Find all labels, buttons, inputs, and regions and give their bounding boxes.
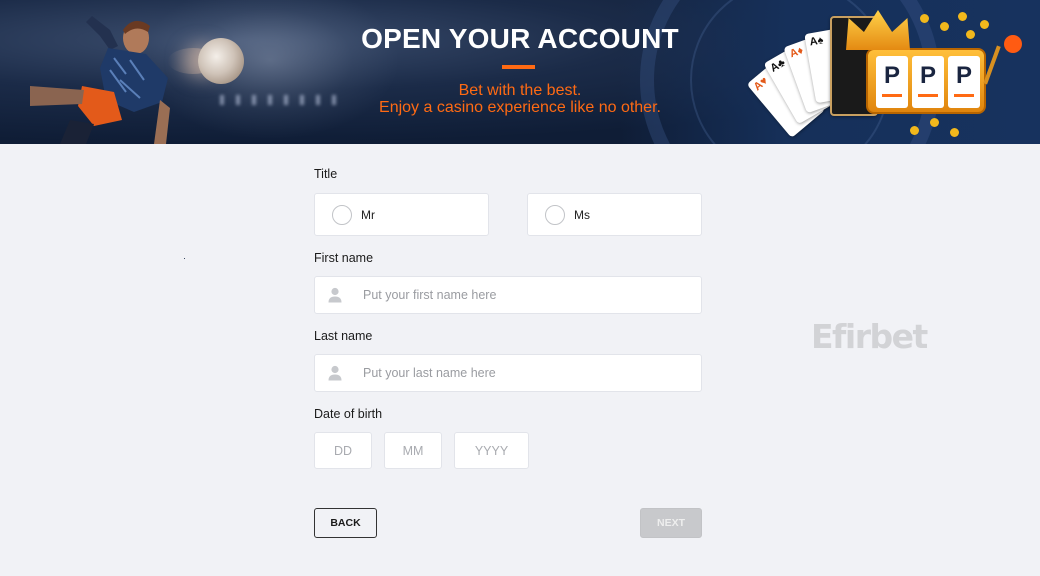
coin-icon xyxy=(980,20,989,29)
card-rank: A xyxy=(788,46,800,61)
slot-reel: P xyxy=(876,56,908,108)
title-option-mr-label: Mr xyxy=(361,208,375,222)
reel-bar xyxy=(918,94,938,97)
dob-year-field[interactable] xyxy=(454,432,529,469)
slot-machine: P P P xyxy=(866,48,986,114)
coin-icon xyxy=(950,128,959,137)
banner-title: OPEN YOUR ACCOUNT xyxy=(361,23,679,54)
title-label: Title xyxy=(314,167,338,181)
stadium-lights xyxy=(220,95,340,105)
dob-month-input[interactable] xyxy=(385,433,441,468)
reel-symbol: P xyxy=(955,62,972,89)
title-option-ms[interactable]: Ms xyxy=(527,193,702,236)
hero-banner: OPEN YOUR ACCOUNT Bet with the best. Enj… xyxy=(0,0,1040,144)
slot-reel: P xyxy=(948,56,980,108)
coin-icon xyxy=(920,14,929,23)
slot-reel: P xyxy=(912,56,944,108)
first-name-input[interactable] xyxy=(363,277,693,313)
stray-dot xyxy=(184,258,185,259)
efirbet-watermark: Efirbet xyxy=(811,317,928,356)
banner-text-block: OPEN YOUR ACCOUNT Bet with the best. Enj… xyxy=(340,0,700,144)
date-of-birth-label: Date of birth xyxy=(314,407,383,421)
user-icon xyxy=(328,287,342,303)
first-name-label: First name xyxy=(314,251,374,265)
radio-button-ms[interactable] xyxy=(545,205,565,225)
title-option-mr[interactable]: Mr xyxy=(314,193,489,236)
banner-divider xyxy=(502,65,535,69)
banner-subtitle: Bet with the best. Enjoy a casino experi… xyxy=(340,82,700,116)
reel-symbol: P xyxy=(883,62,900,89)
title-option-ms-label: Ms xyxy=(574,208,590,222)
reel-symbol: P xyxy=(919,62,936,89)
last-name-label: Last name xyxy=(314,329,373,343)
coin-icon xyxy=(930,118,939,127)
card-rank: A xyxy=(808,35,819,49)
slot-lever-knob xyxy=(1004,35,1022,53)
banner-subtitle-line-1: Bet with the best. xyxy=(458,82,582,99)
dob-month-field[interactable] xyxy=(384,432,442,469)
reel-bar xyxy=(882,94,902,97)
next-button[interactable]: NEXT xyxy=(640,508,702,538)
banner-subtitle-line-2: Enjoy a casino experience like no other. xyxy=(379,99,661,116)
coin-icon xyxy=(940,22,949,31)
football-player-image xyxy=(30,16,170,144)
last-name-field[interactable] xyxy=(314,354,702,392)
user-icon xyxy=(328,365,342,381)
coin-icon xyxy=(966,30,975,39)
coin-icon xyxy=(910,126,919,135)
last-name-input[interactable] xyxy=(363,355,693,391)
card-rank: A xyxy=(768,60,782,75)
card-rank: A xyxy=(751,78,766,94)
football-icon xyxy=(198,38,244,84)
dob-day-input[interactable] xyxy=(315,433,371,468)
back-button[interactable]: BACK xyxy=(314,508,377,538)
dob-year-input[interactable] xyxy=(455,433,528,468)
radio-button-mr[interactable] xyxy=(332,205,352,225)
first-name-field[interactable] xyxy=(314,276,702,314)
reel-bar xyxy=(954,94,974,97)
coin-icon xyxy=(958,12,967,21)
dob-day-field[interactable] xyxy=(314,432,372,469)
